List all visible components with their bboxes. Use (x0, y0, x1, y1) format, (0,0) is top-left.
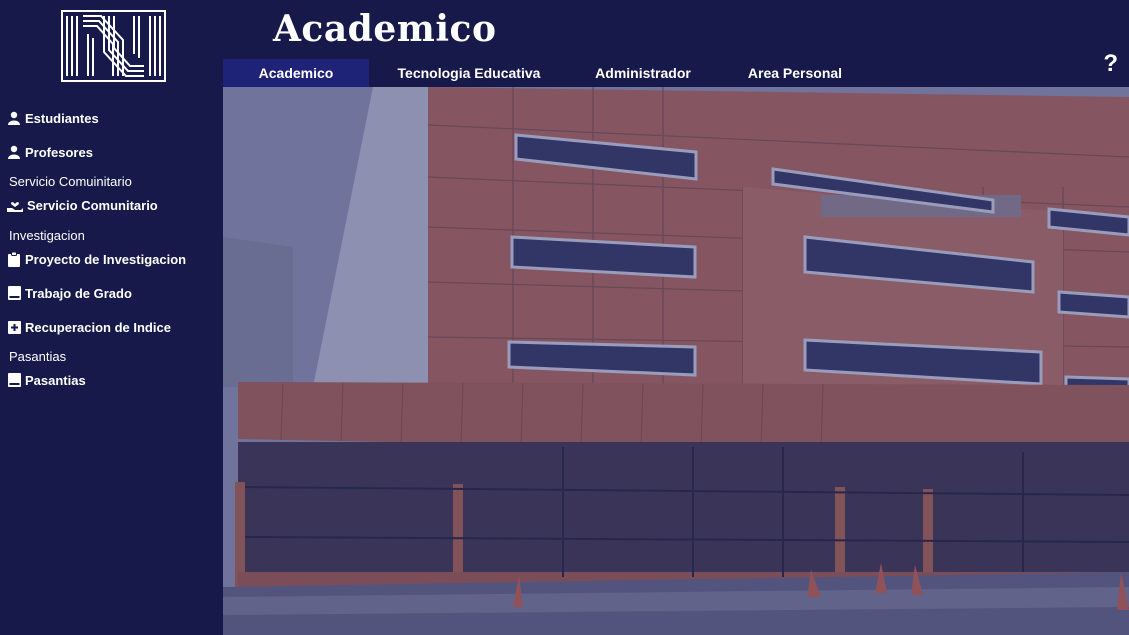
sidebar-item-label: Recuperacion de Indice (25, 319, 171, 335)
help-button[interactable]: ? (1103, 50, 1118, 78)
sidebar-item-profesores[interactable]: Profesores (7, 142, 93, 162)
top-header: Academico Academico Tecnologia Educativa… (223, 0, 1129, 87)
user-icon (7, 145, 21, 159)
campus-building-image (223, 87, 1129, 635)
page-title: Academico (273, 8, 497, 50)
sidebar-item-label: Servicio Comunitario (27, 197, 158, 213)
sidebar-item-label: Profesores (25, 144, 93, 160)
plus-box-icon (7, 320, 21, 334)
tab-academico[interactable]: Academico (223, 59, 369, 87)
sidebar-item-servicio-comunitario[interactable]: Servicio Comunitario (7, 195, 158, 215)
sidebar-item-proyecto-de-investigacion[interactable]: Proyecto de Investigacion (7, 249, 186, 269)
clipboard-icon (7, 251, 21, 267)
tab-tecnologia-educativa[interactable]: Tecnologia Educativa (369, 59, 569, 87)
sidebar-item-label: Proyecto de Investigacion (25, 251, 187, 267)
tab-administrador[interactable]: Administrador (569, 59, 717, 87)
sidebar-item-trabajo-de-grado[interactable]: Trabajo de Grado (7, 283, 132, 303)
sidebar-item-label: Pasantias (25, 372, 86, 388)
section-heading-investigacion: Investigacion (9, 228, 85, 243)
tab-area-personal[interactable]: Area Personal (717, 59, 873, 87)
section-heading-pasantias: Pasantias (9, 349, 67, 364)
sidebar-item-label: Estudiantes (25, 110, 99, 126)
main-tabs: Academico Tecnologia Educativa Administr… (223, 59, 873, 87)
book-icon (7, 373, 21, 387)
sidebar-item-label: Trabajo de Grado (25, 285, 132, 301)
book-icon (7, 286, 21, 300)
hand-heart-icon (7, 198, 23, 212)
section-heading-servicio-comunitario: Servicio Comuinitario (9, 174, 132, 189)
institution-logo (61, 10, 166, 82)
sidebar: Estudiantes Profesores Servicio Comuinit… (0, 0, 223, 635)
sidebar-item-pasantias[interactable]: Pasantias (7, 370, 86, 390)
sidebar-item-recuperacion-de-indice[interactable]: Recuperacion de Indice (7, 317, 171, 337)
sidebar-item-estudiantes[interactable]: Estudiantes (7, 108, 99, 128)
user-icon (7, 111, 21, 125)
